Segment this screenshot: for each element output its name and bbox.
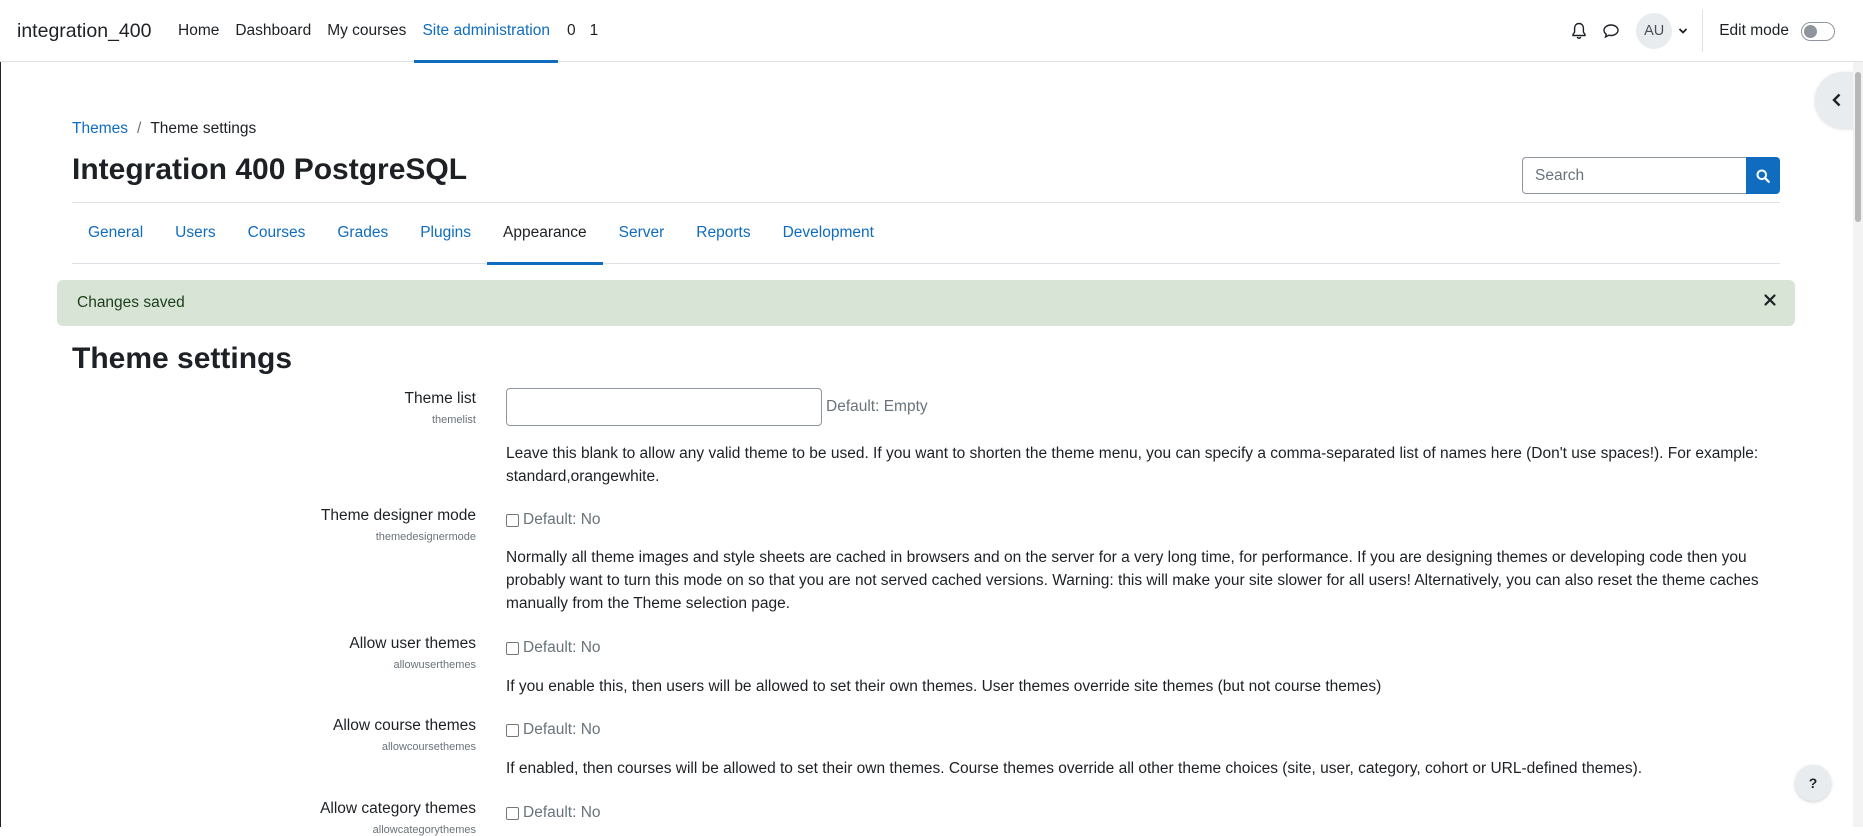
nav-item-1[interactable]: 1 [583,0,606,62]
tab-grades[interactable]: Grades [321,203,404,263]
admin-search [1522,157,1780,194]
setting-description: If you enable this, then users will be a… [506,678,1382,695]
setting-default: Default: No [523,721,601,738]
tab-appearance[interactable]: Appearance [487,203,603,265]
search-button[interactable] [1746,157,1780,194]
setting-label: Allow user themes allowuserthemes [76,635,476,671]
setting-control: Default: No [506,511,601,529]
primary-navigation: Home Dashboard My courses Site administr… [170,0,606,63]
breadcrumb-current: Theme settings [150,120,257,137]
edit-mode-label: Edit mode [1719,22,1789,39]
allowcategorythemes-checkbox[interactable] [506,806,519,820]
setting-description: Normally all theme images and style shee… [506,549,1759,612]
tab-plugins[interactable]: Plugins [404,203,487,263]
setting-default: Default: No [523,639,601,656]
notifications-bell-icon[interactable] [1564,16,1594,46]
setting-name: Theme list [404,390,477,407]
section-title: Theme settings [72,342,293,375]
themedesignermode-checkbox[interactable] [506,513,519,527]
setting-key: allowuserthemes [393,659,476,671]
user-controls: AU Edit mode [1564,0,1863,62]
page-scrollbar[interactable] [1853,62,1863,827]
tab-reports[interactable]: Reports [680,203,766,263]
nav-site-administration[interactable]: Site administration [414,0,558,63]
breadcrumb-link-themes[interactable]: Themes [72,120,128,138]
nav-item-0[interactable]: 0 [558,0,583,62]
setting-control: Default: Empty [506,388,928,426]
setting-key: themelist [431,414,476,426]
setting-key: themedesignermode [375,531,476,543]
setting-default: Default: Empty [826,398,928,415]
setting-name: Allow course themes [332,717,476,734]
setting-control: Default: No [506,804,601,822]
setting-control: Default: No [506,639,601,657]
setting-control: Default: No [506,721,601,739]
tab-courses[interactable]: Courses [232,203,322,263]
success-alert: Changes saved [57,280,1795,326]
setting-description: If enabled, then courses will be allowed… [506,760,1643,777]
nav-home[interactable]: Home [170,0,227,62]
admin-tabs: General Users Courses Grades Plugins App… [72,202,1780,265]
user-avatar[interactable]: AU [1636,13,1673,49]
setting-label: Theme designer mode themedesignermode [76,507,476,543]
breadcrumb-separator: / [137,120,142,137]
help-button[interactable]: ? [1795,765,1831,801]
allowuserthemes-checkbox[interactable] [506,641,519,655]
setting-description: Leave this blank to allow any valid them… [506,445,1759,485]
setting-name: Allow category themes [320,800,476,817]
setting-label: Theme list themelist [76,390,477,426]
allowcoursethemes-checkbox[interactable] [506,723,519,737]
setting-key: allowcoursethemes [381,741,476,753]
setting-default: Default: No [523,804,601,821]
setting-name: Allow user themes [349,635,476,652]
search-input[interactable] [1522,157,1746,194]
site-name[interactable]: integration_400 [17,20,151,43]
top-navbar: integration_400 Home Dashboard My course… [0,0,1863,63]
setting-default: Default: No [523,511,601,528]
scrollbar-thumb[interactable] [1855,72,1861,222]
nav-my-courses[interactable]: My courses [319,0,414,62]
page-title: Integration 400 PostgreSQL [72,153,468,186]
setting-label: Allow course themes allowcoursethemes [76,717,476,753]
tab-general[interactable]: General [72,203,159,263]
chevron-down-icon[interactable] [1678,27,1688,35]
tab-server[interactable]: Server [603,203,681,263]
tab-development[interactable]: Development [767,203,890,263]
setting-name: Theme designer mode [320,507,476,524]
breadcrumb: Themes / Theme settings [72,120,256,138]
alert-message: Changes saved [77,294,185,311]
setting-key: allowcategorythemes [372,824,476,836]
nav-dashboard[interactable]: Dashboard [227,0,319,62]
search-icon [1756,169,1770,183]
edit-mode-toggle[interactable] [1801,21,1835,41]
messages-chat-icon[interactable] [1596,16,1626,46]
edit-mode-control: Edit mode [1703,21,1863,41]
close-icon[interactable] [1763,293,1777,312]
setting-label: Allow category themes allowcategorytheme… [76,800,476,836]
tab-users[interactable]: Users [159,203,231,263]
chevron-left-icon [1832,93,1841,107]
themelist-input[interactable] [506,388,822,426]
